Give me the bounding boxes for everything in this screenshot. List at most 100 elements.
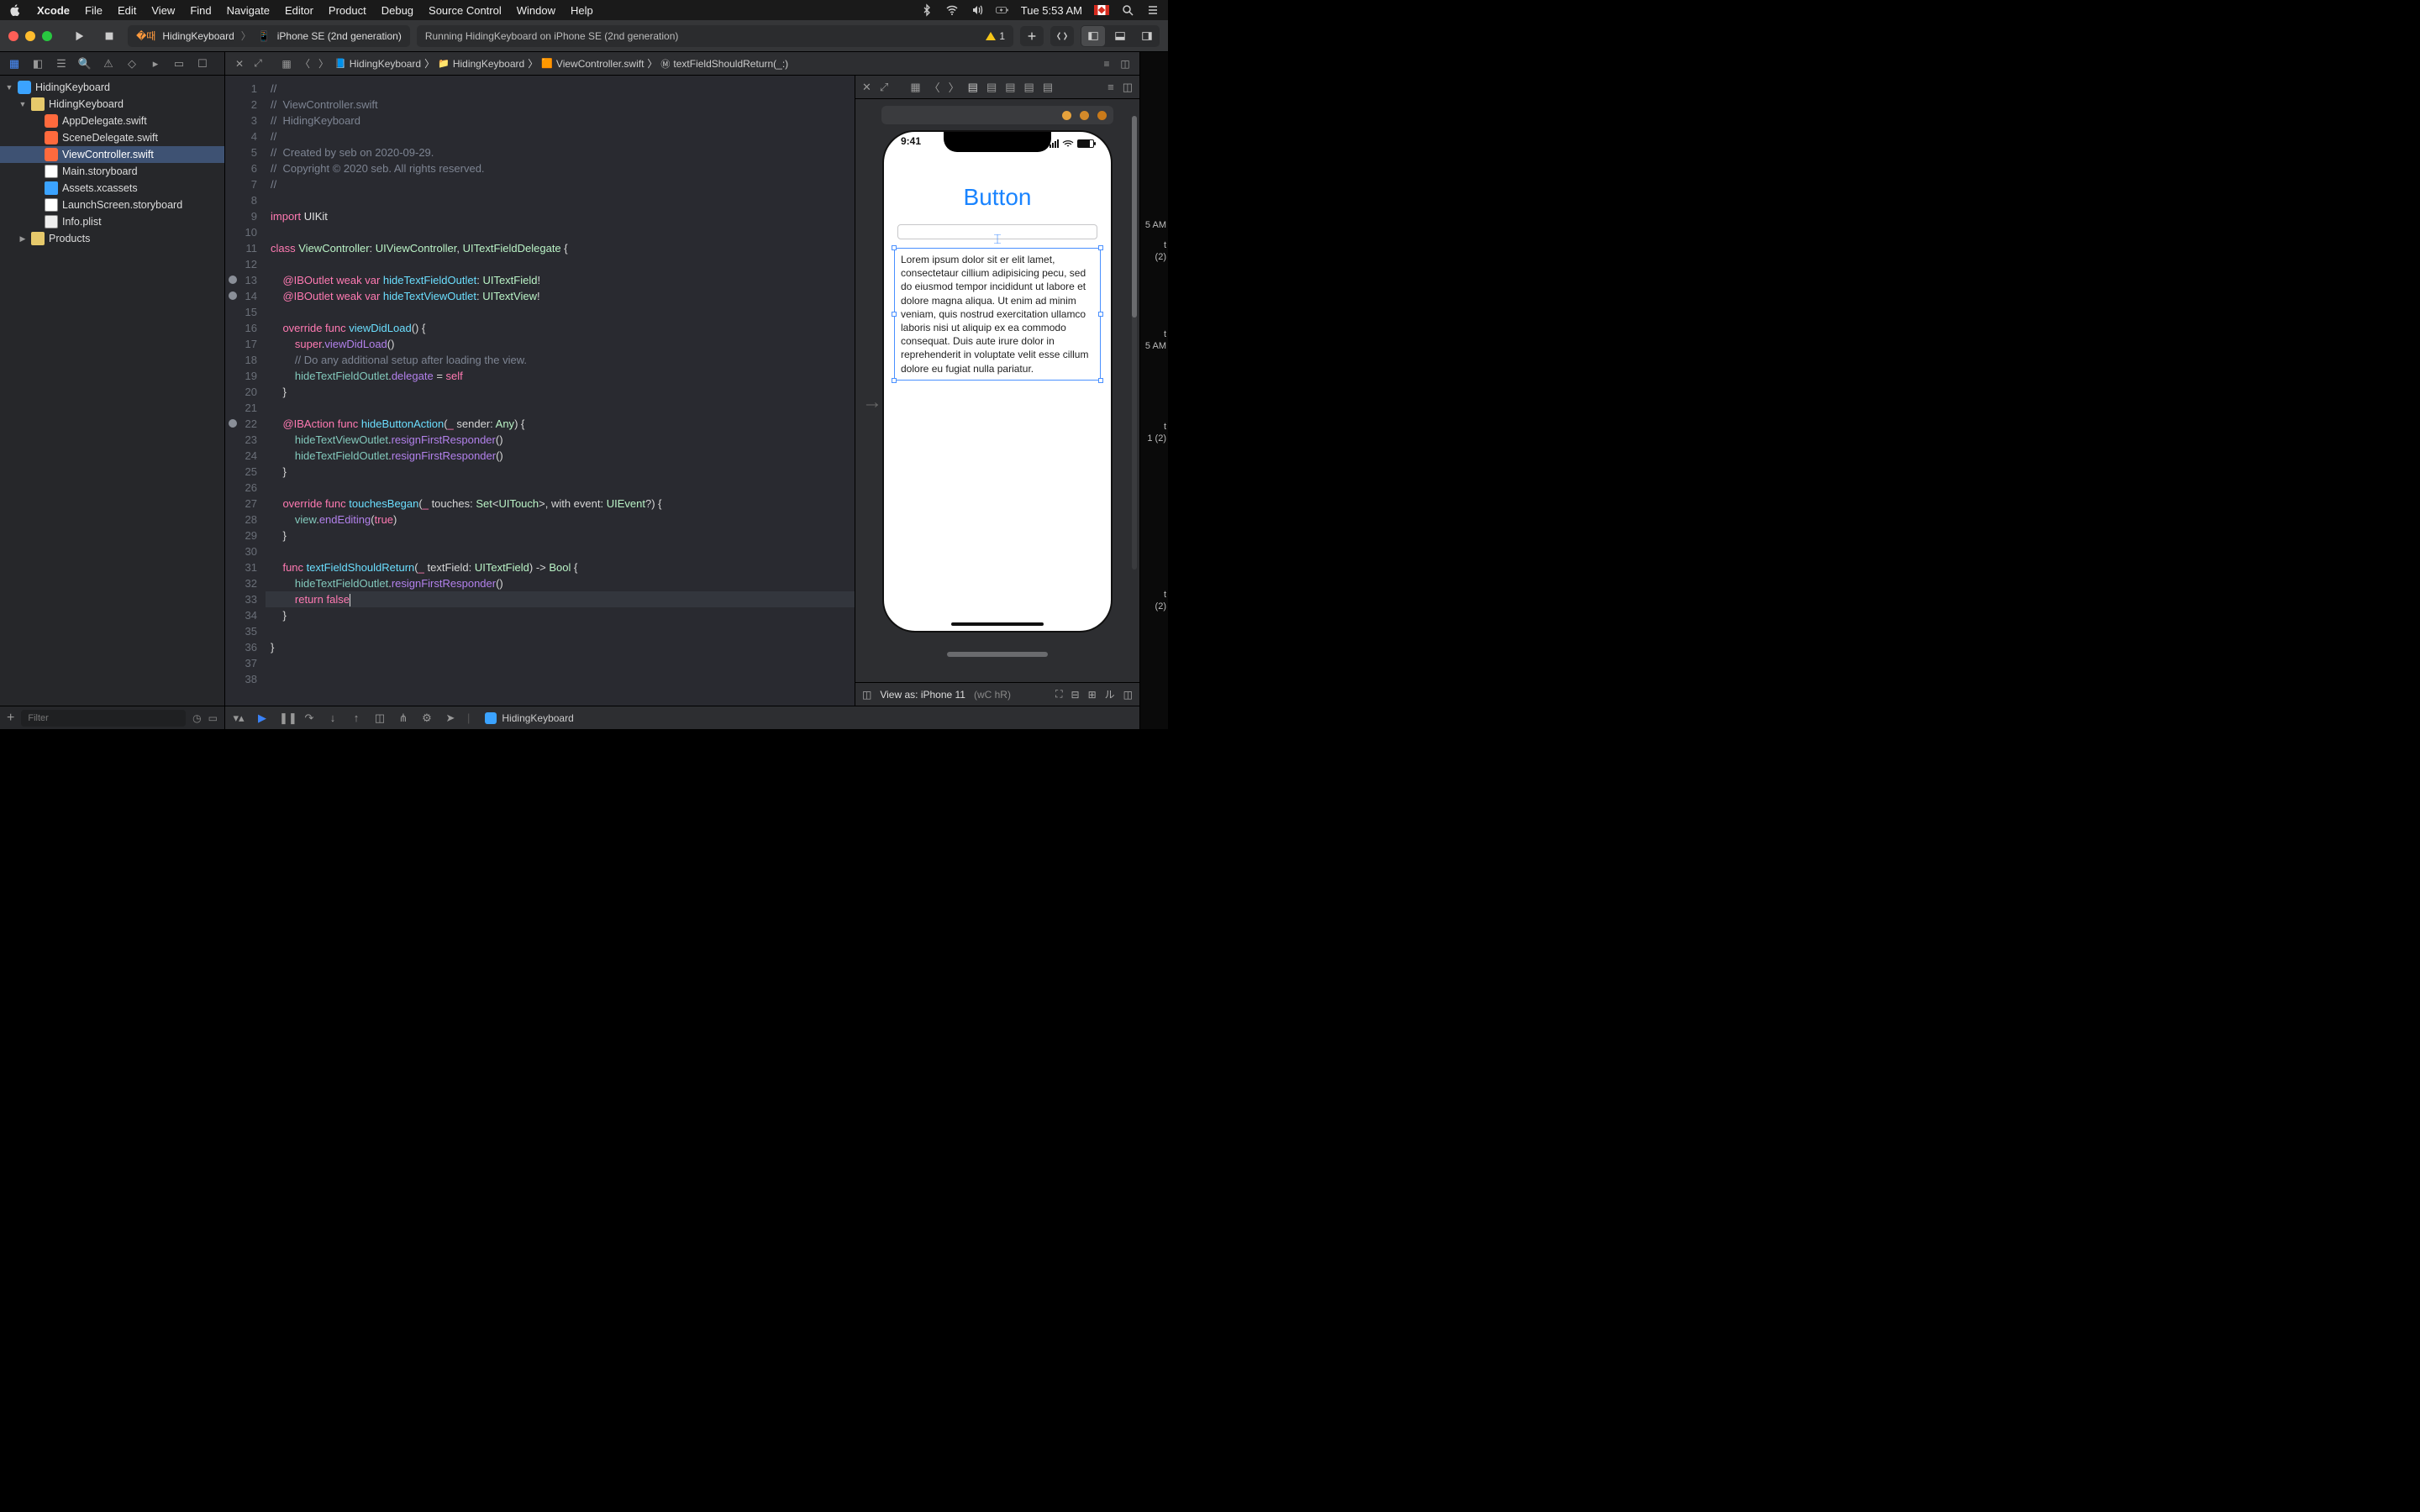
menu-window[interactable]: Window (517, 4, 555, 17)
window-zoom-button[interactable] (42, 31, 52, 41)
align-icon[interactable]: ⊟ (1071, 689, 1080, 701)
issue-navigator-icon[interactable]: ⚠ (101, 56, 116, 71)
tree-row[interactable]: Assets.xcassets (0, 180, 224, 197)
menu-product[interactable]: Product (329, 4, 366, 17)
source-control-navigator-icon[interactable]: ◧ (30, 56, 45, 71)
debug-view-hierarchy-icon[interactable]: ◫ (373, 711, 387, 725)
tree-row[interactable]: ViewController.swift (0, 146, 224, 163)
battery-icon[interactable] (996, 3, 1009, 17)
volume-icon[interactable] (971, 3, 984, 17)
find-navigator-icon[interactable]: 🔍 (77, 56, 92, 71)
breadcrumb-segment[interactable]: 🟧ViewController.swift (541, 58, 644, 70)
ib-dot-icon[interactable] (1062, 111, 1071, 120)
canvas-close-icon[interactable]: ✕ (862, 81, 871, 94)
add-editor-icon[interactable]: ◫ (1118, 56, 1133, 71)
toggle-debug-area-button[interactable] (1108, 26, 1132, 46)
resolve-icon[interactable]: ル (1105, 687, 1115, 701)
debug-memory-icon[interactable]: ⋔ (397, 711, 410, 725)
menu-debug[interactable]: Debug (381, 4, 413, 17)
view-as-label[interactable]: View as: iPhone 11 (880, 689, 965, 701)
symbol-navigator-icon[interactable]: ☰ (54, 56, 69, 71)
canvas-folder-icon[interactable]: ▤ (986, 81, 997, 94)
hide-debug-icon[interactable]: ▾▴ (232, 711, 245, 725)
tree-row[interactable]: LaunchScreen.storyboard (0, 197, 224, 213)
menu-help[interactable]: Help (571, 4, 593, 17)
menu-edit[interactable]: Edit (118, 4, 136, 17)
menu-file[interactable]: File (85, 4, 103, 17)
run-button[interactable] (67, 26, 91, 46)
selection-handle[interactable] (1098, 312, 1103, 317)
tree-row[interactable]: Info.plist (0, 213, 224, 230)
canvas-options-icon[interactable]: ≡ (1107, 81, 1114, 93)
step-into-icon[interactable]: ↓ (326, 711, 339, 724)
window-minimize-button[interactable] (25, 31, 35, 41)
tree-row[interactable]: ▶Products (0, 230, 224, 247)
selection-handle[interactable] (1098, 245, 1103, 250)
menu-list-icon[interactable] (1146, 3, 1160, 17)
embed-icon[interactable]: ◫ (1123, 689, 1133, 701)
breadcrumb-segment[interactable]: 📘HidingKeyboard (334, 58, 421, 70)
code-review-button[interactable] (1050, 26, 1074, 46)
tree-row[interactable]: SceneDelegate.swift (0, 129, 224, 146)
canvas-file-icon[interactable]: ▤ (968, 81, 978, 94)
canvas-body[interactable]: → 9:41 Button (855, 99, 1139, 682)
add-file-button[interactable]: + (7, 711, 14, 726)
canvas-items-icon[interactable]: ▦ (910, 81, 920, 94)
source-editor[interactable]: 1234567891011121314151617181920212223242… (225, 76, 855, 706)
report-navigator-icon[interactable]: ☐ (195, 56, 210, 71)
simulate-location-icon[interactable]: ➤ (444, 711, 457, 725)
canvas-forward-icon[interactable]: 〉 (949, 79, 960, 95)
selection-handle[interactable] (1098, 378, 1103, 383)
canvas-h-scrollbar[interactable] (947, 652, 1048, 657)
selection-handle[interactable] (892, 312, 897, 317)
stop-button[interactable] (97, 26, 121, 46)
ui-button[interactable]: Button (892, 184, 1102, 211)
warning-badge[interactable]: 1 (986, 30, 1005, 42)
spotlight-icon[interactable] (1121, 3, 1134, 17)
close-tab-icon[interactable]: ✕ (232, 56, 247, 71)
breadcrumb-segment[interactable]: 📁HidingKeyboard (438, 58, 524, 70)
menu-view[interactable]: View (151, 4, 175, 17)
ib-dot-icon[interactable] (1097, 111, 1107, 120)
scheme-selector[interactable]: �때 HidingKeyboard 〉 📱 iPhone SE (2nd gen… (128, 25, 410, 47)
canvas-scene-icon[interactable]: ▤ (1005, 81, 1015, 94)
code-content[interactable]: //// ViewController.swift// HidingKeyboa… (266, 76, 855, 706)
toggle-inspector-button[interactable] (1135, 26, 1159, 46)
wifi-icon[interactable] (945, 3, 959, 17)
pin-icon[interactable]: ⊞ (1088, 689, 1097, 701)
test-navigator-icon[interactable]: ◇ (124, 56, 139, 71)
canvas-expand-icon[interactable]: ⤢ (880, 81, 888, 94)
menu-source-control[interactable]: Source Control (429, 4, 502, 17)
recent-filter-icon[interactable]: ◷ (192, 712, 201, 724)
zoom-fit-icon[interactable]: ⛶ (1055, 688, 1062, 701)
canvas-view-icon[interactable]: ▤ (1024, 81, 1034, 94)
input-source-flag-icon[interactable] (1094, 5, 1109, 15)
breakpoint-navigator-icon[interactable]: ▭ (171, 56, 187, 71)
activity-status[interactable]: Running HidingKeyboard on iPhone SE (2nd… (417, 25, 1013, 47)
canvas-v-scrollbar[interactable] (1132, 116, 1137, 570)
menubar-clock[interactable]: Tue 5:53 AM (1021, 4, 1082, 17)
library-add-button[interactable] (1020, 26, 1044, 46)
apple-logo-icon[interactable] (8, 3, 22, 17)
ui-text-view-selected[interactable]: ⌶ Lorem ipsum dolor sit er elit lamet, c… (894, 248, 1101, 381)
tree-row[interactable]: ▼HidingKeyboard (0, 96, 224, 113)
tree-row[interactable]: Main.storyboard (0, 163, 224, 180)
project-navigator-icon[interactable]: ▦ (7, 56, 22, 71)
selection-handle[interactable] (892, 378, 897, 383)
debug-navigator-icon[interactable]: ▸ (148, 56, 163, 71)
line-gutter[interactable]: 1234567891011121314151617181920212223242… (225, 76, 266, 706)
step-over-icon[interactable]: ↷ (302, 711, 316, 725)
canvas-object-icon[interactable]: ▤ (1043, 81, 1053, 94)
ib-dot-icon[interactable] (1080, 111, 1089, 120)
show-items-icon[interactable]: ▦ (279, 56, 294, 71)
bluetooth-icon[interactable] (920, 3, 934, 17)
pause-continue-icon[interactable]: ❚❚ (279, 711, 292, 725)
menu-navigate[interactable]: Navigate (227, 4, 270, 17)
scm-filter-icon[interactable]: ▭ (208, 712, 218, 724)
step-out-icon[interactable]: ↑ (350, 711, 363, 724)
document-outline-toggle-icon[interactable]: ◫ (862, 689, 871, 701)
adjust-editor-icon[interactable]: ≡ (1099, 56, 1114, 71)
back-button[interactable]: 〈 (297, 56, 313, 71)
menubar-app-name[interactable]: Xcode (37, 4, 70, 17)
debug-target[interactable]: HidingKeyboard (485, 712, 573, 724)
